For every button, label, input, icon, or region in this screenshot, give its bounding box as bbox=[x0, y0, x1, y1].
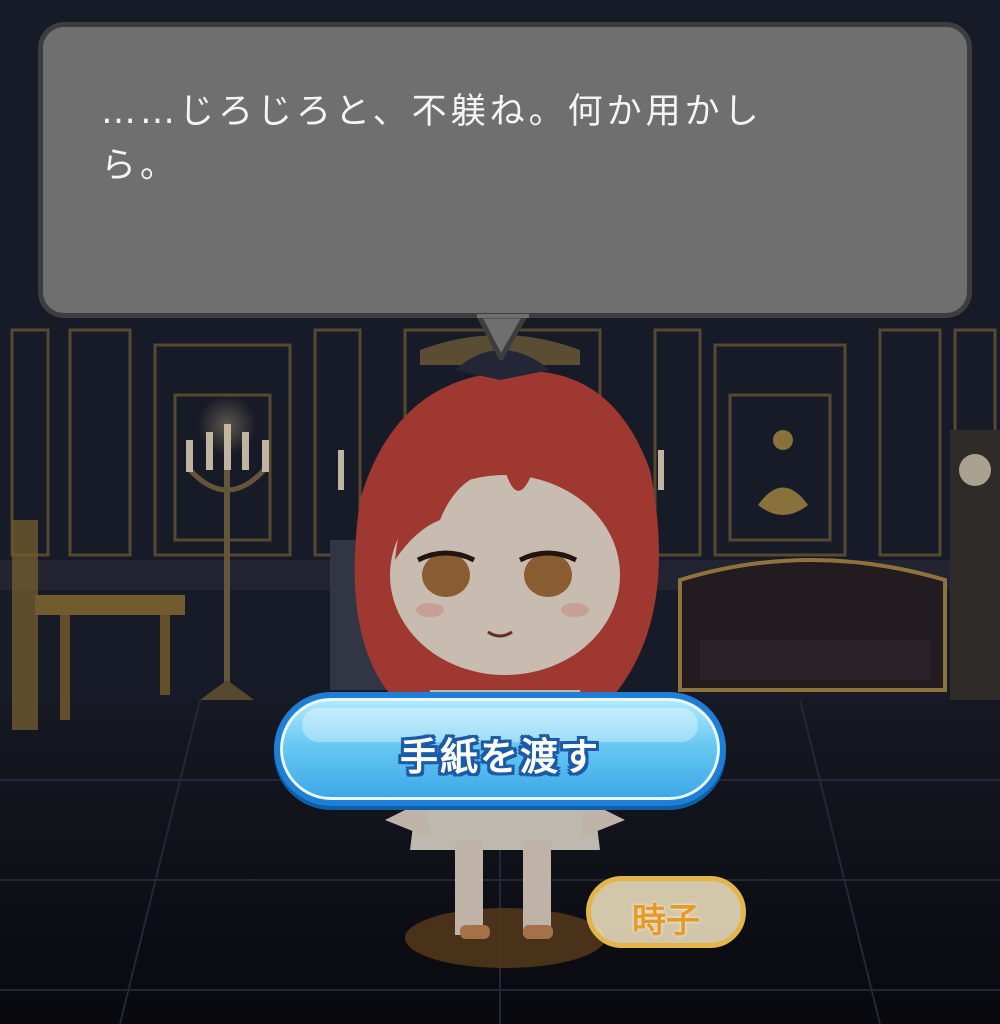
dialogue-text: ……じろじろと、不躾ね。何か用かし ら。 bbox=[101, 92, 763, 186]
speech-bubble-tail-icon bbox=[476, 314, 529, 361]
character-name-tag: 時子 bbox=[586, 876, 746, 948]
game-screen: ……じろじろと、不躾ね。何か用かし ら。 手紙を渡す 時子 bbox=[0, 0, 1000, 1024]
speech-bubble[interactable]: ……じろじろと、不躾ね。何か用かし ら。 bbox=[38, 22, 972, 318]
give-letter-button[interactable]: 手紙を渡す bbox=[274, 692, 726, 806]
character-name: 時子 bbox=[632, 901, 700, 941]
give-letter-button-label: 手紙を渡す bbox=[399, 735, 600, 779]
